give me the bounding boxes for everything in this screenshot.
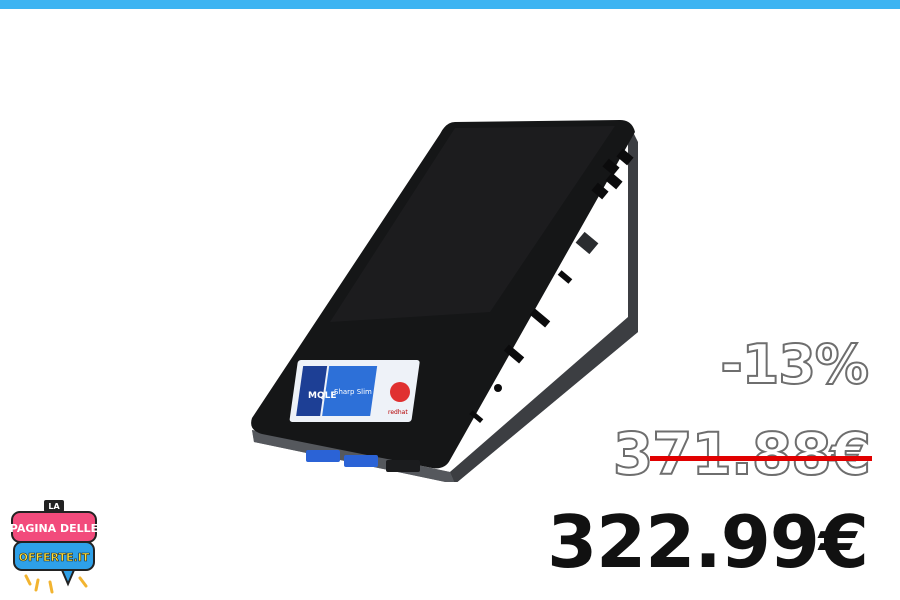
product-image: MQLE Sharp Slim redhat [251,120,638,482]
new-price: 322.99€ [547,500,869,584]
logo-line2: OFFERTE.IT [19,551,90,564]
logo-top-text: LA [48,502,60,511]
logo-line1: PAGINA DELLE [10,522,98,535]
label-brand: MQLE [308,391,337,401]
old-price: 371.88€ [612,420,872,488]
old-price-strikethrough [650,456,872,461]
label-badge: redhat [388,409,408,416]
top-accent-bar [0,0,900,9]
site-logo: LA PAGINA DELLE OFFERTE.IT [10,500,98,594]
label-model: Sharp Slim [334,388,372,396]
discount-percent: -13% [719,333,870,396]
